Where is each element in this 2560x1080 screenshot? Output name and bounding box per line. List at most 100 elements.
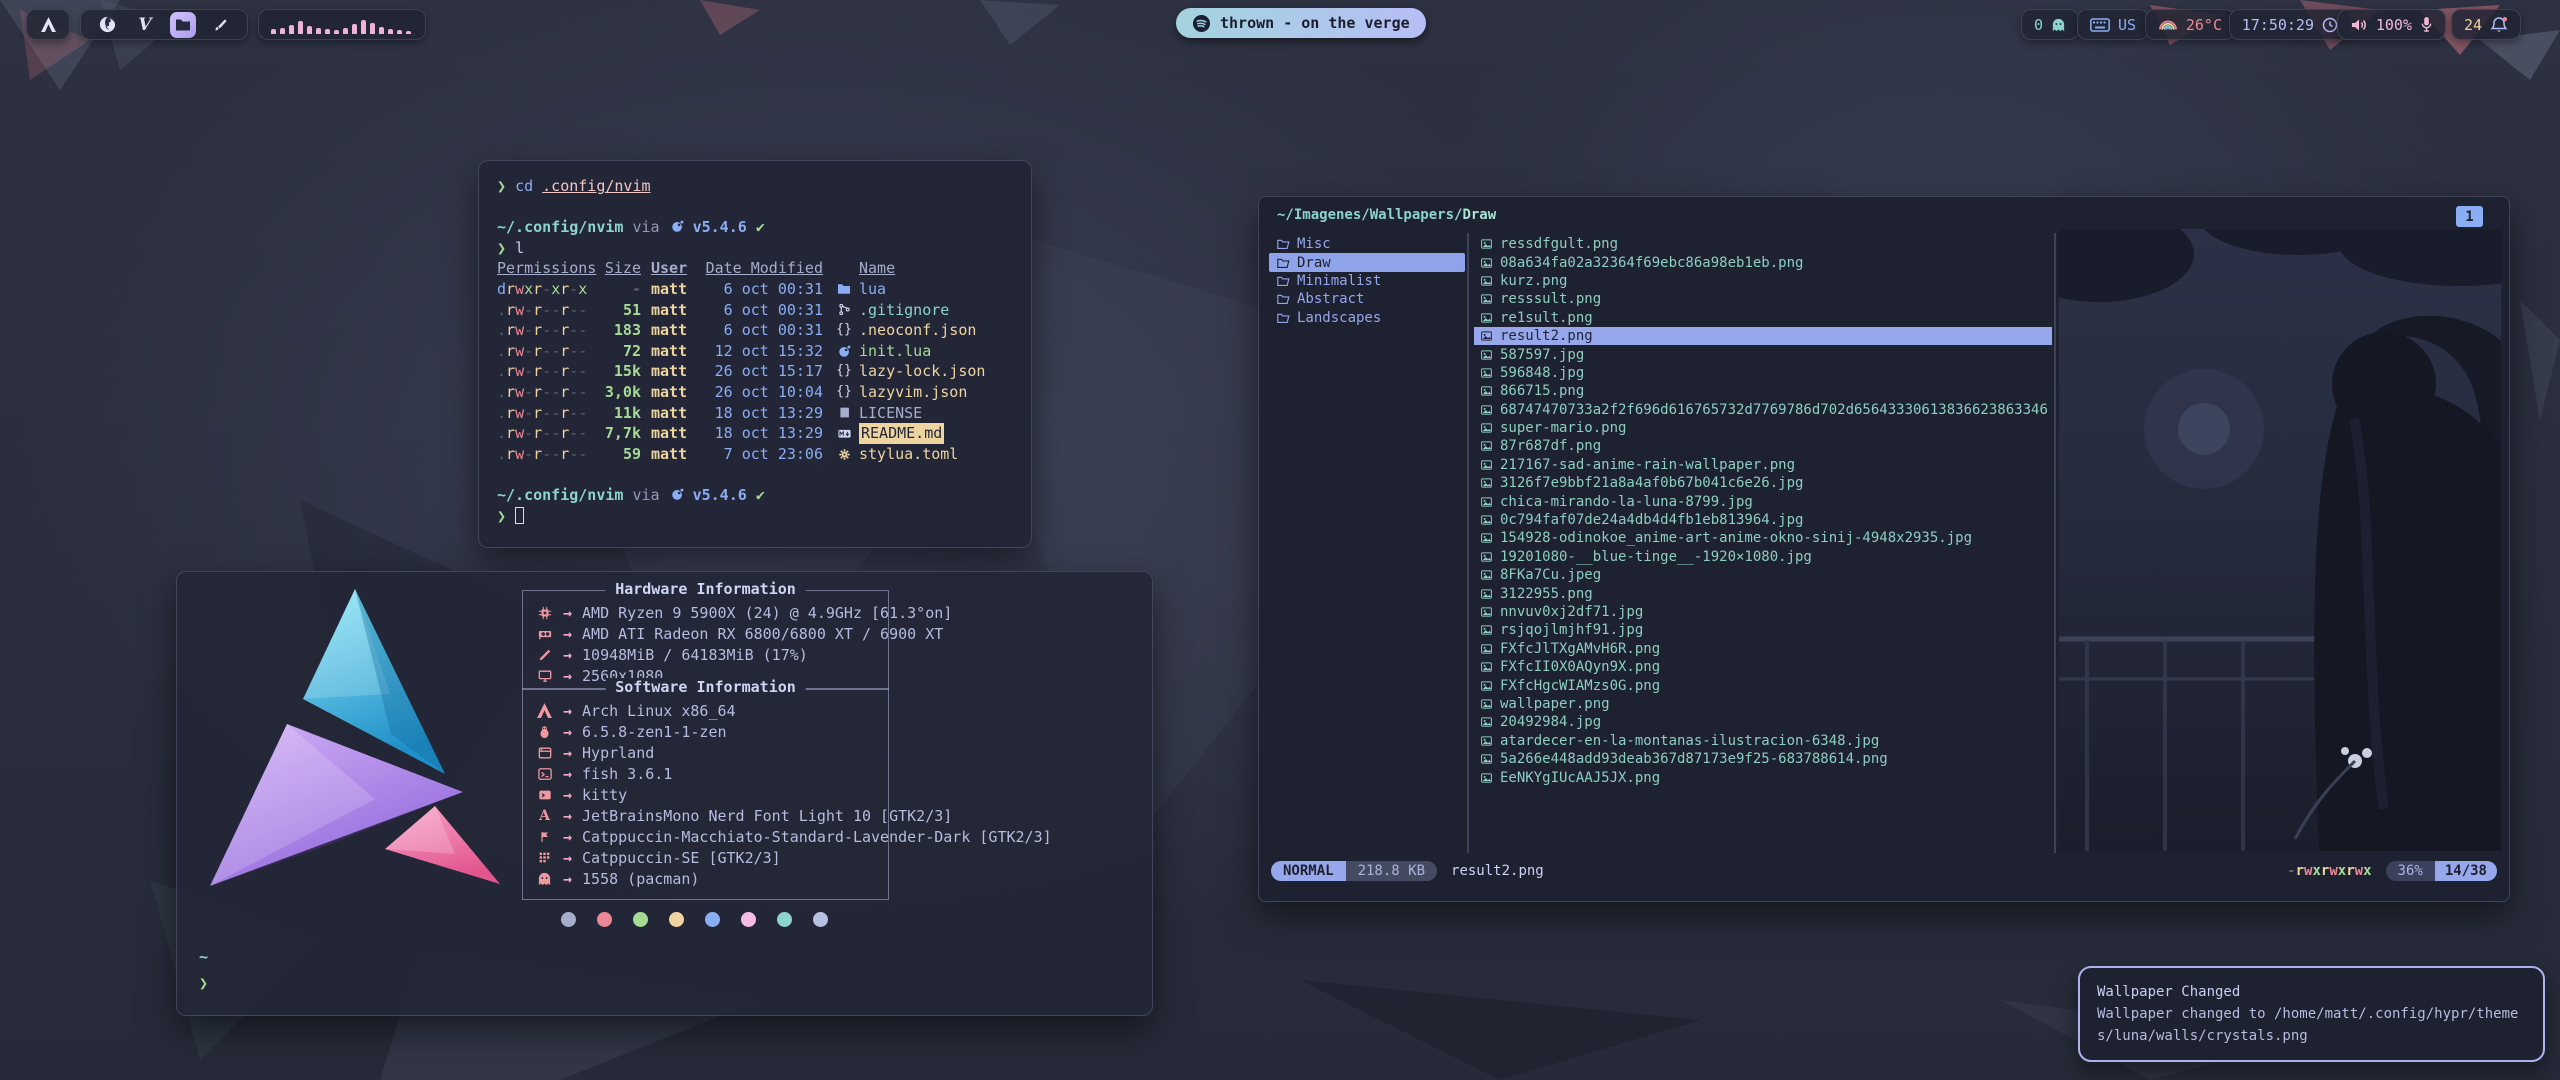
file-name: 3126f7e9bbf21a8a4af0b67b041c6e26.jpg	[1500, 475, 1803, 491]
file-list-item[interactable]: super-mario.png	[1474, 419, 2052, 437]
fetch-value: Catppuccin-Macchiato-Standard-Lavender-D…	[582, 828, 1052, 846]
file-list-item[interactable]: 20492984.jpg	[1474, 713, 2052, 731]
directory-name: Draw	[1297, 255, 1331, 271]
file-list-item[interactable]: 0c794faf07de24a4db4d4fb1eb813964.jpg	[1474, 511, 2052, 529]
file-list-item[interactable]: 5a266e448add93deab367d87173e9f25-6837886…	[1474, 750, 2052, 768]
file-list-item[interactable]: atardecer-en-la-montanas-ilustracion-634…	[1474, 732, 2052, 750]
file-list-item[interactable]: re1sult.png	[1474, 309, 2052, 327]
file-date: 7 oct 23:06	[705, 444, 823, 465]
file-list-item[interactable]: 587597.jpg	[1474, 345, 2052, 363]
terminal-window[interactable]: ❯ cd .config/nvim ~/.config/nvim via v5.…	[478, 160, 1032, 548]
arrow-icon: →	[563, 807, 572, 825]
workspace-files[interactable]	[170, 12, 196, 38]
terminal-color-palette	[561, 912, 828, 927]
media-player-pill[interactable]: thrown - on the verge	[1176, 8, 1426, 38]
arrow-icon: →	[563, 828, 572, 846]
mode-indicator: NORMAL	[1271, 861, 1346, 881]
system-fetch-window[interactable]: Hardware Information →AMD Ryzen 9 5900X …	[176, 571, 1153, 1016]
file-list-item[interactable]: 8FKa7Cu.jpeg	[1474, 566, 2052, 584]
image-icon	[1480, 385, 1493, 397]
file-list-item[interactable]: EeNKYgIUcAAJ5JX.png	[1474, 768, 2052, 786]
file-name: EeNKYgIUcAAJ5JX.png	[1500, 770, 1660, 786]
file-permissions: .rw-r--r--	[497, 300, 597, 321]
file-list-item[interactable]: FXfcJlTXgAMvH6R.png	[1474, 640, 2052, 658]
file-list-item[interactable]: 68747470733a2f2f696d616765732d7769786d70…	[1474, 401, 2052, 419]
file-list-item[interactable]: chica-mirando-la-luna-8799.jpg	[1474, 492, 2052, 510]
file-name: 3122955.png	[1500, 586, 1593, 602]
file-list-item[interactable]: 154928-odinokoe_anime-art-anime-okno-sin…	[1474, 529, 2052, 547]
folder-open-icon	[1277, 257, 1290, 269]
file-list-item[interactable]: 217167-sad-anime-rain-wallpaper.png	[1474, 456, 2052, 474]
file-type-icon	[835, 283, 853, 295]
software-info-box: Software Information →Arch Linux x86_64→…	[522, 688, 889, 900]
tab-badge[interactable]: 1	[2456, 206, 2483, 227]
file-list-item[interactable]: 3122955.png	[1474, 584, 2052, 602]
sidebar-item-abstract[interactable]: Abstract	[1269, 290, 1465, 308]
speaker-icon	[2350, 17, 2368, 33]
file-name: atardecer-en-la-montanas-ilustracion-634…	[1500, 733, 1879, 749]
file-list-item[interactable]: 08a634fa02a32364f69ebc86a98eb1eb.png	[1474, 253, 2052, 271]
arch-logo-icon	[39, 16, 58, 33]
listing-header: PermissionsSizeUserDate ModifiedName	[497, 258, 1013, 279]
sidebar-item-minimalist[interactable]: Minimalist	[1269, 272, 1465, 290]
fetch-row: →Catppuccin-SE [GTK2/3]	[536, 847, 1136, 868]
viz-bar	[361, 20, 366, 34]
arrow-icon: →	[563, 723, 572, 741]
workspace-design[interactable]	[208, 12, 234, 38]
keyboard-layout-pill[interactable]: US	[2077, 9, 2149, 40]
sidebar-item-draw[interactable]: Draw	[1269, 253, 1465, 271]
file-list-item[interactable]: wallpaper.png	[1474, 695, 2052, 713]
audio-visualizer[interactable]	[258, 9, 426, 40]
notification-popup[interactable]: Wallpaper Changed Wallpaper changed to /…	[2078, 966, 2545, 1062]
terminal-prompt-line[interactable]: ❯	[497, 506, 1013, 527]
audio-pill[interactable]: 100%	[2337, 9, 2446, 40]
image-icon	[1480, 753, 1493, 765]
vim-icon: V	[138, 15, 151, 35]
file-name: rsjqojlmjhf91.jpg	[1500, 622, 1643, 638]
image-icon	[1480, 643, 1493, 655]
file-name: 68747470733a2f2f696d616765732d7769786d70…	[1500, 402, 2048, 418]
file-list-item[interactable]: nnvuv0xj2df71.jpg	[1474, 603, 2052, 621]
file-list-item[interactable]: kurz.png	[1474, 272, 2052, 290]
file-permissions: .rw-r--r--	[497, 320, 597, 341]
file-list-item[interactable]: 3126f7e9bbf21a8a4af0b67b041c6e26.jpg	[1474, 474, 2052, 492]
listing-row: .rw-r--r--15kmatt26 oct 15:17{}lazy-lock…	[497, 361, 1013, 382]
palette-dot	[597, 912, 612, 927]
file-name: super-mario.png	[1500, 420, 1626, 436]
app-launcher-button[interactable]	[26, 9, 70, 40]
file-list-item[interactable]: 87r687df.png	[1474, 437, 2052, 455]
file-list-item[interactable]: ressdfgult.png	[1474, 235, 2052, 253]
firefox-icon	[98, 15, 117, 34]
lua-icon	[669, 220, 687, 233]
image-icon	[1480, 551, 1493, 563]
file-list-item[interactable]: resssult.png	[1474, 290, 2052, 308]
file-list-item[interactable]: FXfcHgcWIAMzs0G.png	[1474, 676, 2052, 694]
updates-pill[interactable]: 0	[2021, 9, 2079, 40]
notifications-pill[interactable]: 24	[2451, 9, 2521, 40]
fetch-row: →Arch Linux x86_64	[536, 700, 1136, 721]
weather-pill[interactable]: 26°C	[2145, 9, 2235, 40]
workspace-editor[interactable]: V	[132, 12, 158, 38]
file-list-item[interactable]: 866715.png	[1474, 382, 2052, 400]
fetch-shell-prompt[interactable]: ~ ❯	[199, 944, 208, 996]
workspace-browser[interactable]	[94, 12, 120, 38]
file-list-item[interactable]: 19201080-__blue-tinge__-1920×1080.jpg	[1474, 548, 2052, 566]
file-date: 26 oct 15:17	[705, 361, 823, 382]
pacman-icon	[536, 871, 553, 886]
file-list-item[interactable]: 596848.jpg	[1474, 364, 2052, 382]
clock-pill[interactable]: 17:50:29	[2229, 9, 2351, 40]
file-list-item[interactable]: rsjqojlmjhf91.jpg	[1474, 621, 2052, 639]
sidebar-item-misc[interactable]: Misc	[1269, 235, 1465, 253]
sidebar-item-landscapes[interactable]: Landscapes	[1269, 309, 1465, 327]
lua-icon	[669, 488, 687, 501]
file-list-item[interactable]: result2.png	[1474, 327, 2052, 345]
file-manager-window[interactable]: ~/Imagenes/Wallpapers/Draw 1 MiscDrawMin…	[1258, 196, 2510, 902]
file-type-icon: {}	[835, 320, 853, 341]
fetch-value: Catppuccin-SE [GTK2/3]	[582, 849, 781, 867]
rainbow-icon	[2158, 18, 2178, 31]
fetch-row: →Hyprland	[536, 742, 1136, 763]
file-list-item[interactable]: FXfcII0X0AQyn9X.png	[1474, 658, 2052, 676]
arrow-icon: →	[563, 667, 572, 685]
fetch-value: Hyprland	[582, 744, 654, 762]
file-name: 20492984.jpg	[1500, 714, 1601, 730]
